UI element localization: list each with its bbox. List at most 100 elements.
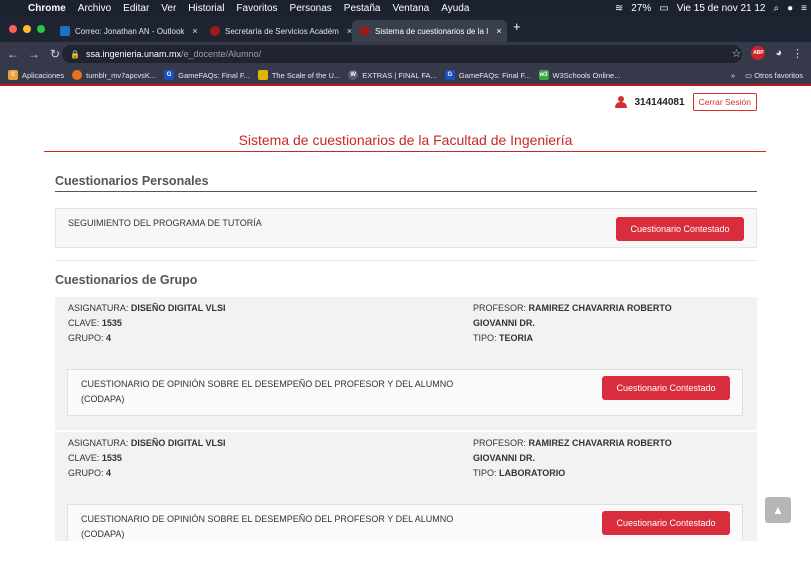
- questionnaire-name-line2: (CODAPA): [81, 529, 125, 539]
- page-content: 314144081 Cerrar Sesión Sistema de cuest…: [0, 88, 811, 541]
- more-menu-icon[interactable]: ⋮: [792, 47, 803, 60]
- menu-app-name[interactable]: Chrome: [22, 3, 72, 14]
- tab-label: Sistema de cuestionarios de la I: [375, 26, 489, 36]
- bookmarks-bar: ⁞⁞ Aplicaciones tumblr_mv7apcvsK... G Ga…: [0, 66, 811, 86]
- bookmark-label: The Scale of the U...: [271, 70, 341, 80]
- tipo-label: TIPO:: [473, 468, 497, 478]
- scale-icon: [257, 70, 268, 80]
- menu-historial[interactable]: Historial: [182, 3, 230, 14]
- grupo-label: GRUPO:: [68, 468, 104, 478]
- close-tab-icon[interactable]: ×: [496, 26, 501, 36]
- other-bookmarks[interactable]: ▭ Otros favoritos: [745, 71, 803, 80]
- wifi-icon[interactable]: ≋: [615, 3, 623, 14]
- close-window-button[interactable]: [9, 25, 17, 33]
- tumblr-icon: [72, 70, 83, 80]
- questionnaire-name: CUESTIONARIO DE OPINIÓN SOBRE EL DESEMPE…: [81, 512, 453, 541]
- bookmark-label: GameFAQs: Final F...: [458, 70, 531, 80]
- adblock-plus-icon[interactable]: ABP: [751, 46, 766, 60]
- bookmark-gamefaqs-2[interactable]: G GameFAQs: Final F...: [444, 70, 531, 80]
- window-controls: [9, 25, 45, 33]
- menu-ventana[interactable]: Ventana: [387, 3, 436, 14]
- title-divider: [44, 151, 766, 152]
- other-bookmarks-label: Otros favoritos: [754, 70, 803, 80]
- browser-toolbar: ← → ↻ 🔒 ssa.ingenieria.unam.mx /e_docent…: [0, 42, 811, 66]
- gamefaqs-icon: G: [444, 70, 455, 80]
- profesor-label: PROFESOR:: [473, 438, 527, 448]
- lock-icon[interactable]: 🔒: [70, 50, 80, 59]
- clave-value: 1535: [101, 453, 122, 463]
- notification-center-icon[interactable]: ≡: [801, 3, 807, 14]
- menu-status-area: ≋ 27% ▭ Vie 15 de nov 21 12 ⌕ ● ≡: [615, 0, 807, 16]
- asignatura-row: ASIGNATURA: DISEÑO DIGITAL VLSI: [68, 436, 226, 451]
- menu-ver[interactable]: Ver: [155, 3, 182, 14]
- clave-row: CLAVE: 1535: [68, 316, 226, 331]
- unam-icon: [360, 26, 370, 36]
- zoom-window-button[interactable]: [37, 25, 45, 33]
- back-icon[interactable]: ←: [5, 47, 21, 61]
- bookmark-gamefaqs-1[interactable]: G GameFAQs: Final F...: [164, 70, 250, 80]
- battery-icon[interactable]: ▭: [659, 3, 668, 14]
- profesor-value: RAMIREZ CHAVARRIA ROBERTO: [528, 303, 672, 313]
- spotlight-icon[interactable]: ⌕: [774, 3, 780, 14]
- tipo-label: TIPO:: [473, 333, 497, 343]
- grupo-row: GRUPO: 4: [68, 331, 226, 346]
- site-title: Sistema de cuestionarios de la Facultad …: [238, 132, 573, 148]
- bookmark-star-icon[interactable]: ☆: [731, 47, 741, 60]
- asignatura-label: ASIGNATURA:: [68, 303, 129, 313]
- address-bar[interactable]: 🔒 ssa.ingenieria.unam.mx /e_docente/Alum…: [62, 45, 742, 63]
- questionnaire-status-button[interactable]: Cuestionario Contestado: [616, 217, 744, 241]
- scroll-to-top-button[interactable]: ▲: [765, 497, 791, 523]
- bookmarks-overflow-button[interactable]: »: [731, 71, 735, 80]
- menu-editar[interactable]: Editar: [117, 3, 155, 14]
- profesor-row: PROFESOR: RAMIREZ CHAVARRIA ROBERTO: [473, 436, 672, 451]
- chevron-up-icon: ▲: [772, 503, 784, 517]
- logout-button[interactable]: Cerrar Sesión: [692, 93, 757, 111]
- section-separator: [55, 260, 757, 261]
- tipo-row: TIPO: TEORIA: [473, 331, 672, 346]
- group-questionnaire-card: CUESTIONARIO DE OPINIÓN SOBRE EL DESEMPE…: [67, 504, 743, 541]
- profesor-row-cont: GIOVANNI DR.: [473, 316, 672, 331]
- menu-ayuda[interactable]: Ayuda: [435, 3, 475, 14]
- tab-strip: Correo: Jonathan AN - Outlook × Secretar…: [0, 16, 811, 42]
- tab-sistema-cuestionarios[interactable]: Sistema de cuestionarios de la I ×: [352, 20, 507, 42]
- tab-secretaria[interactable]: Secretaría de Servicios Académ ×: [202, 20, 352, 42]
- bookmark-label: EXTRAS | FINAL FA...: [362, 70, 437, 80]
- menu-archivo[interactable]: Archivo: [72, 3, 117, 14]
- bookmark-label: GameFAQs: Final F...: [178, 70, 250, 80]
- minimize-window-button[interactable]: [23, 25, 31, 33]
- battery-percent[interactable]: 27%: [631, 3, 651, 14]
- tab-outlook[interactable]: Correo: Jonathan AN - Outlook ×: [52, 20, 202, 42]
- reload-icon[interactable]: ↻: [47, 47, 63, 61]
- close-tab-icon[interactable]: ×: [192, 26, 197, 36]
- course-info: ASIGNATURA: DISEÑO DIGITAL VLSI CLAVE: 1…: [68, 301, 226, 346]
- personal-section-title: Cuestionarios Personales: [55, 174, 209, 188]
- wordpress-icon: W: [348, 70, 359, 80]
- apps-icon: ⁞⁞: [8, 70, 18, 80]
- profile-avatar[interactable]: ◕: [775, 47, 782, 59]
- siri-icon[interactable]: ●: [787, 3, 793, 14]
- bookmark-w3schools[interactable]: w3 W3Schools Online...: [538, 70, 620, 80]
- bookmark-extras[interactable]: W EXTRAS | FINAL FA...: [348, 70, 437, 80]
- bookmark-aplicaciones[interactable]: ⁞⁞ Aplicaciones: [8, 70, 64, 80]
- url-host: ssa.ingenieria.unam.mx: [85, 49, 182, 59]
- profesor-label: PROFESOR:: [473, 303, 527, 313]
- clock[interactable]: Vie 15 de nov 21 12: [677, 3, 766, 14]
- asignatura-value: DISEÑO DIGITAL VLSI: [130, 303, 226, 313]
- forward-icon[interactable]: →: [26, 47, 42, 61]
- menu-favoritos[interactable]: Favoritos: [230, 3, 283, 14]
- menu-pestana[interactable]: Pestaña: [338, 3, 387, 14]
- new-tab-icon[interactable]: +: [513, 19, 521, 34]
- tab-label: Correo: Jonathan AN - Outlook: [75, 26, 185, 36]
- bookmark-scale-universe[interactable]: The Scale of the U...: [257, 70, 341, 80]
- questionnaire-status-button[interactable]: Cuestionario Contestado: [602, 376, 730, 400]
- outlook-icon: [60, 26, 70, 36]
- questionnaire-status-button[interactable]: Cuestionario Contestado: [602, 511, 730, 535]
- user-bar: 314144081 Cerrar Sesión: [614, 93, 757, 111]
- grupo-label: GRUPO:: [68, 333, 104, 343]
- bookmark-tumblr[interactable]: tumblr_mv7apcvsK...: [72, 70, 156, 80]
- url-path: /e_docente/Alumno/: [181, 49, 262, 59]
- menu-personas[interactable]: Personas: [284, 3, 338, 14]
- profesor-row-cont: GIOVANNI DR.: [473, 451, 672, 466]
- asignatura-value: DISEÑO DIGITAL VLSI: [130, 438, 226, 448]
- personal-section-divider: [55, 191, 757, 192]
